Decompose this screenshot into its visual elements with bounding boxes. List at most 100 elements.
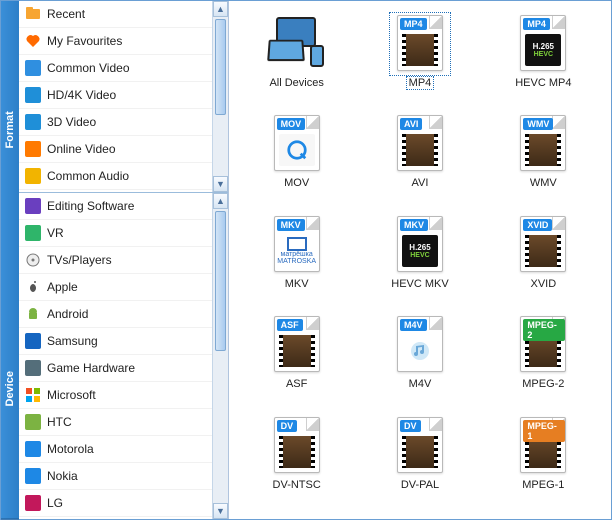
device-item-label: Motorola [47,442,94,456]
tile-thumb: WMV [515,115,571,173]
format-tile-mpeg1[interactable]: MPEG-1 MPEG-1 [482,411,605,511]
tile-caption: ASF [286,378,307,390]
format-badge: MP4 [523,18,550,30]
game-hardware-icon [25,360,41,376]
device-item-samsung[interactable]: Samsung [19,328,212,355]
device-item-editing-software[interactable]: Editing Software [19,193,212,220]
scroll-up-icon[interactable]: ▲ [213,1,228,17]
format-badge: MKV [277,219,305,231]
file-icon: WMV [520,115,566,171]
format-tile-m4v[interactable]: M4VM4V [358,310,481,410]
format-badge: DV [400,420,421,432]
format-tile-hevc-mp4[interactable]: MP4H.265HEVCHEVC MP4 [482,9,605,109]
format-tile-mpeg2[interactable]: MPEG-2MPEG-2 [482,310,605,410]
format-tile-mp4[interactable]: MP4MP4 [358,9,481,109]
tile-thumb: MKVматрёшкаMATROSKA [269,216,325,274]
file-icon: MKVматрёшкаMATROSKA [274,216,320,272]
htc-icon [25,414,41,430]
format-tile-mov[interactable]: MOVMOV [235,109,358,209]
tile-caption: AVI [412,177,429,189]
file-icon: MOV [274,115,320,171]
device-item-label: Nokia [47,469,78,483]
device-item-label: Editing Software [47,199,134,213]
format-scrollbar-thumb[interactable] [215,19,226,115]
format-scrollbar[interactable]: ▲ ▼ [212,1,228,192]
all-devices-icon [266,15,328,67]
device-list: Editing Software VRTVs/PlayersApple Androi… [19,193,228,519]
editing-software-icon [25,198,41,214]
format-item-label: Common Video [47,61,130,75]
tab-format[interactable]: Format [1,1,19,260]
tile-caption: HEVC MKV [391,278,448,290]
tile-thumb: MPEG-1 [515,417,571,475]
online-video-icon [25,141,41,157]
format-tile-dv-pal[interactable]: DVDV-PAL [358,411,481,511]
device-scrollbar-thumb[interactable] [215,211,226,351]
scroll-down-icon[interactable]: ▼ [213,176,228,192]
device-item-nokia[interactable]: Nokia [19,463,212,490]
3d-video-icon [25,114,41,130]
format-item-recent[interactable]: Recent [19,1,212,28]
format-item-label: My Favourites [47,34,122,48]
format-tile-xvid[interactable]: XVIDXVID [482,210,605,310]
format-item-online-video[interactable]: Online Video [19,136,212,163]
format-tile-mkv[interactable]: MKVматрёшкаMATROSKAMKV [235,210,358,310]
file-icon: DV [397,417,443,473]
format-item-3d-video[interactable]: 3D Video [19,109,212,136]
format-tile-asf[interactable]: ASF ASF [235,310,358,410]
format-item-label: Online Video [47,142,116,156]
file-icon: AVI [397,115,443,171]
device-item-label: Android [47,307,88,321]
tile-thumb: XVID [515,216,571,274]
recent-icon [25,6,41,22]
device-scrollbar[interactable]: ▲ ▼ [212,193,228,519]
format-list: Recent My Favourites Common Video HD/4K Vid… [19,1,228,193]
format-badge: MKV [400,219,428,231]
device-item-game-hardware[interactable]: Game Hardware [19,355,212,382]
vr-icon [25,225,41,241]
scroll-up-icon[interactable]: ▲ [213,193,228,209]
device-item-apple[interactable]: Apple [19,274,212,301]
app-window: Format Device Recent My Favourites Common … [0,0,612,520]
format-item-common-video[interactable]: Common Video [19,55,212,82]
device-item-lg[interactable]: LG [19,490,212,517]
format-item-favourites[interactable]: My Favourites [19,28,212,55]
format-tile-all-devices[interactable]: All Devices [235,9,358,109]
format-tile-dv-ntsc[interactable]: DV DV-NTSC [235,411,358,511]
tile-thumb [269,15,325,73]
format-item-common-audio[interactable]: Common Audio [19,163,212,190]
tile-thumb: AVI [392,115,448,173]
device-item-blackberry[interactable]: BlackBerry [19,517,212,519]
device-item-android[interactable]: Android [19,301,212,328]
tile-thumb: ASF [269,316,325,374]
main-panel: All DevicesMP4MP4MP4H.265HEVCHEVC MP4MOV… [229,1,611,519]
format-badge: MPEG-2 [523,319,565,341]
tab-device[interactable]: Device [1,260,19,520]
device-item-tvs-players[interactable]: TVs/Players [19,247,212,274]
file-icon: DV [274,417,320,473]
tile-caption: DV-NTSC [273,479,321,491]
device-item-motorola[interactable]: Motorola [19,436,212,463]
tile-thumb: MP4 [392,15,448,73]
format-tile-wmv[interactable]: WMV WMV [482,109,605,209]
format-item-hd4k-video[interactable]: HD/4K Video [19,82,212,109]
tile-caption: MP4 [407,77,434,89]
format-badge: XVID [523,219,552,231]
device-item-microsoft[interactable]: Microsoft [19,382,212,409]
format-tile-avi[interactable]: AVI AVI [358,109,481,209]
file-icon: ASF [274,316,320,372]
tile-caption: MPEG-1 [522,479,564,491]
tile-caption: WMV [530,177,557,189]
format-tile-hevc-mkv[interactable]: MKVH.265HEVC HEVC MKV [358,210,481,310]
device-item-htc[interactable]: HTC [19,409,212,436]
format-badge: M4V [400,319,427,331]
tile-thumb: MOV [269,115,325,173]
tile-caption: All Devices [269,77,323,89]
lg-icon [25,495,41,511]
scroll-down-icon[interactable]: ▼ [213,503,228,519]
file-icon: MKVH.265HEVC [397,216,443,272]
format-item-label: Recent [47,7,85,21]
device-item-vr[interactable]: VR [19,220,212,247]
format-badge: ASF [277,319,303,331]
format-badge: WMV [523,118,553,130]
